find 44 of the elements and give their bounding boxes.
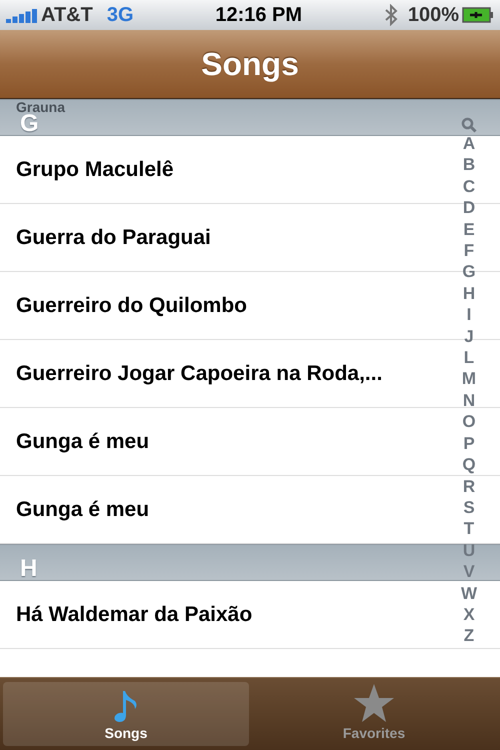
network-label: 3G xyxy=(106,3,134,28)
clock-label: 12:16 PM xyxy=(215,3,302,28)
song-row[interactable]: Guerra do Paraguai xyxy=(0,204,452,271)
song-row[interactable]: Gunga é meu xyxy=(0,408,452,475)
song-row[interactable]: Há Waldemar da Paixão xyxy=(0,581,452,648)
index-letter[interactable]: R xyxy=(462,476,476,497)
index-letter[interactable]: H xyxy=(462,282,476,304)
index-letter[interactable]: J xyxy=(464,326,474,348)
index-letter[interactable]: V xyxy=(463,561,475,583)
song-row[interactable]: Guerreiro Jogar Capoeira na Roda,... xyxy=(0,340,452,407)
song-row[interactable]: Grupo Maculelê xyxy=(0,136,452,203)
index-letter[interactable]: L xyxy=(464,347,474,368)
index-letter[interactable]: O xyxy=(462,411,476,433)
index-letter[interactable]: F xyxy=(464,240,474,262)
index-letter[interactable]: C xyxy=(462,176,476,198)
index-letter[interactable]: N xyxy=(462,390,476,412)
tab[interactable]: Favorites xyxy=(251,682,497,746)
star-icon xyxy=(353,683,395,723)
index-letter[interactable]: G xyxy=(462,261,476,283)
index-letter[interactable]: S xyxy=(463,496,475,518)
index-letter[interactable]: I xyxy=(466,304,472,326)
nav-title: Songs xyxy=(201,45,299,84)
battery-label: 100% xyxy=(408,3,459,28)
index-letter[interactable]: P xyxy=(463,432,475,454)
battery-icon xyxy=(462,7,494,23)
song-row[interactable]: Guerreiro do Quilombo xyxy=(0,272,452,339)
index-letter[interactable]: Q xyxy=(462,454,476,476)
search-icon xyxy=(461,117,477,133)
signal-icon xyxy=(6,7,38,23)
index-letter[interactable]: A xyxy=(462,133,476,154)
section-letter: H xyxy=(20,556,38,580)
bluetooth-icon xyxy=(384,4,398,26)
index-letter[interactable]: E xyxy=(463,218,475,240)
index-letter[interactable]: Z xyxy=(464,625,474,647)
index-letter[interactable]: B xyxy=(462,154,476,176)
index-letter[interactable]: X xyxy=(463,604,475,626)
index-letter[interactable]: D xyxy=(462,197,476,219)
index-letter[interactable]: W xyxy=(460,582,478,604)
music-note-icon xyxy=(113,689,139,723)
index-letter[interactable]: M xyxy=(462,368,476,390)
carrier-label: AT&T xyxy=(41,3,93,28)
tab[interactable]: Songs xyxy=(3,682,249,746)
index-letter[interactable]: T xyxy=(464,518,474,540)
song-row[interactable]: Gunga é meu xyxy=(0,476,452,543)
